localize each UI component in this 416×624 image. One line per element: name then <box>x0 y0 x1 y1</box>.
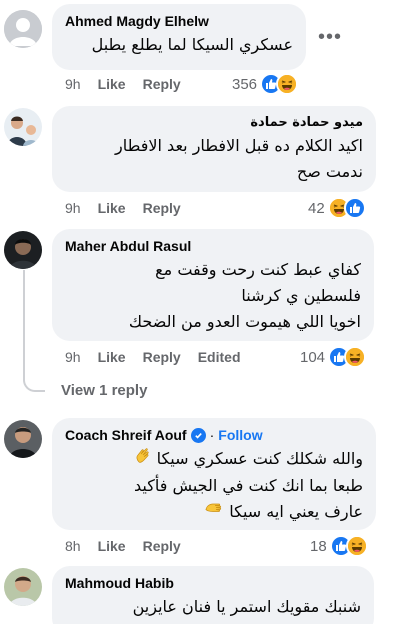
avatar[interactable] <box>4 108 42 146</box>
comment-time[interactable]: 9h <box>65 349 81 365</box>
like-button[interactable]: Like <box>98 200 126 216</box>
haha-reaction-icon <box>345 535 368 557</box>
avatar[interactable] <box>4 10 42 48</box>
avatar[interactable] <box>4 231 42 269</box>
comment-text: والله شكلك كنت عسكري سيكا طبعا بما انك ك… <box>65 446 363 525</box>
comment-time[interactable]: 8h <box>65 538 81 554</box>
comment-author[interactable]: Ahmed Magdy Elhelw <box>65 13 293 29</box>
verified-badge-icon <box>190 427 206 443</box>
reply-thread-line <box>23 270 45 392</box>
comment-line-3: عارف يعني ايه سيكا <box>65 499 363 526</box>
comment-author[interactable]: Mahmoud Habib <box>65 575 361 591</box>
separator-dot: · <box>209 427 215 443</box>
haha-reaction-icon <box>344 346 367 368</box>
comment-line: شنبك مقويك استمر يا فنان عايزين <box>132 597 361 616</box>
comment-bubble: Maher Abdul Rasul كفاي عبط كنت رحت وقفت … <box>52 229 374 341</box>
comment-time[interactable]: 9h <box>65 76 81 92</box>
reaction-summary[interactable]: 356 <box>232 73 299 95</box>
comment-bubble: Ahmed Magdy Elhelw عسكري السيكا لما يطلع… <box>52 4 306 70</box>
comment-bubble: Mahmoud Habib شنبك مقويك استمر يا فنان ع… <box>52 566 374 624</box>
reaction-count: 18 <box>310 537 327 555</box>
comment-line: عسكري السيكا لما يطلع يطبل <box>91 35 293 54</box>
follow-button[interactable]: Follow <box>218 427 262 443</box>
reaction-count: 42 <box>308 199 325 217</box>
haha-reaction-icon <box>276 73 299 95</box>
edited-label: Edited <box>197 349 241 365</box>
comment-text: كفاي عبط كنت رحت وقفت مع فلسطين ي كرشنا … <box>65 257 361 335</box>
comment-text: اكيد الكلام ده قبل الافطار بعد الافطار ن… <box>65 133 363 185</box>
comment-author[interactable]: Maher Abdul Rasul <box>65 238 361 254</box>
comment-line: اخويا اللي هيموت العدو من الضحك <box>128 312 361 331</box>
comment-text: شنبك مقويك استمر يا فنان عايزين <box>65 594 361 620</box>
more-options-button[interactable]: ••• <box>318 26 342 49</box>
reply-button[interactable]: Reply <box>143 538 181 554</box>
comment-line: فلسطين ي كرشنا <box>241 286 361 305</box>
view-replies-link[interactable]: View 1 reply <box>61 382 147 399</box>
avatar[interactable] <box>4 420 42 458</box>
comment-line: طبعا بما انك كنت في الجيش فأكيد <box>133 475 363 495</box>
reaction-summary[interactable]: 104 <box>300 346 367 368</box>
reply-button[interactable]: Reply <box>143 76 181 92</box>
clapping-hand-icon <box>134 447 152 473</box>
comment-author[interactable]: Coach Shreif Aouf <box>65 427 187 443</box>
comment-line: كفاي عبط كنت رحت وقفت مع <box>155 260 361 279</box>
reaction-summary[interactable]: 18 <box>310 535 368 557</box>
comment-actions: 9h Like Reply Edited <box>65 349 241 365</box>
comment-author-row: Coach Shreif Aouf · Follow <box>65 427 363 443</box>
reply-button[interactable]: Reply <box>143 349 181 365</box>
comment-actions: 9h Like Reply <box>65 200 181 216</box>
reply-button[interactable]: Reply <box>143 200 181 216</box>
like-reaction-icon <box>343 197 366 219</box>
like-button[interactable]: Like <box>98 349 126 365</box>
comment-line: اكيد الكلام ده قبل الافطار بعد الافطار <box>115 136 363 155</box>
comment-bubble: Coach Shreif Aouf · Follow والله شكلك كن… <box>52 418 376 530</box>
comment-bubble: ميدو حمادة حمادة اكيد الكلام ده قبل الاف… <box>52 106 376 192</box>
comment-line: عارف يعني ايه سيكا <box>229 501 363 521</box>
reaction-count: 356 <box>232 75 258 93</box>
like-button[interactable]: Like <box>98 538 126 554</box>
comment-actions: 8h Like Reply <box>65 538 181 554</box>
comment-line: ندمت صح <box>296 162 363 181</box>
avatar[interactable] <box>4 568 42 606</box>
comment-line: والله شكلك كنت عسكري سيكا <box>156 449 363 468</box>
comment-author[interactable]: ميدو حمادة حمادة <box>65 115 363 130</box>
comment-time[interactable]: 9h <box>65 200 81 216</box>
comment-line-1: والله شكلك كنت عسكري سيكا <box>65 446 363 473</box>
comment-text: عسكري السيكا لما يطلع يطبل <box>65 32 293 58</box>
reaction-count: 104 <box>300 348 326 366</box>
ok-hand-icon <box>204 499 224 525</box>
comment-actions: 9h Like Reply <box>65 76 181 92</box>
reaction-summary[interactable]: 42 <box>308 197 366 219</box>
like-button[interactable]: Like <box>98 76 126 92</box>
